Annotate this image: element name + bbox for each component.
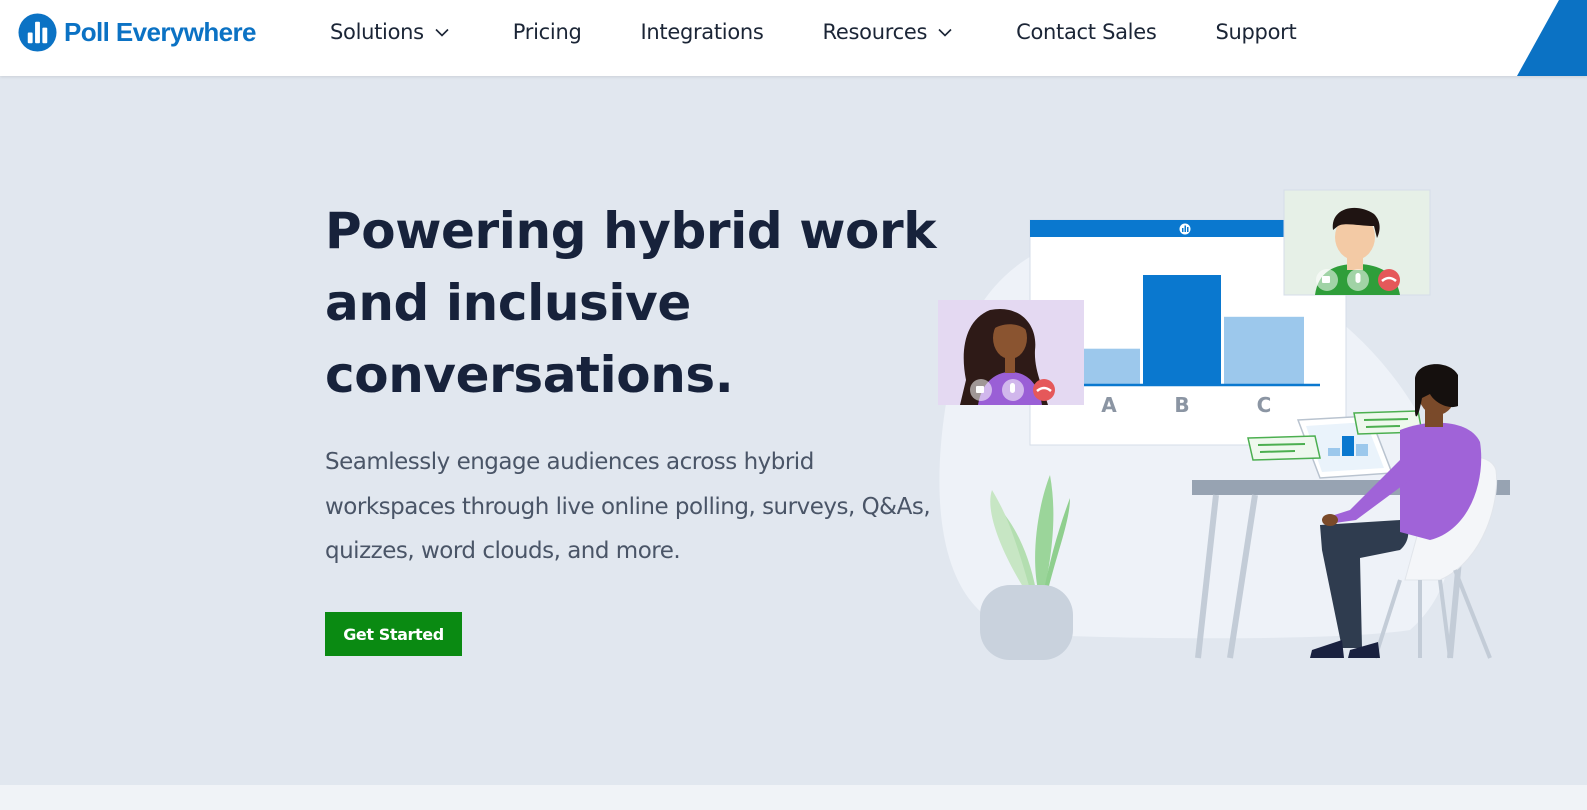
poll-bar-label: C [1257,393,1272,417]
nav-item-label: Integrations [640,20,764,44]
get-started-button[interactable]: Get Started [325,612,462,656]
video-tile-woman [938,300,1084,405]
nav-item-pricing[interactable]: Pricing [513,20,582,44]
poll-everywhere-logo[interactable]: Poll Everywhere [18,12,256,52]
hybrid-work-illustration: A B C [938,189,1510,660]
site-header: Poll Everywhere Solutions Pricing Integr… [0,0,1587,76]
nav-item-label: Support [1215,20,1297,44]
response-card [1247,435,1321,461]
nav-item-support[interactable]: Support [1215,20,1296,44]
poll-everywhere-logo-icon [18,12,57,52]
next-section-edge [0,785,1587,810]
nav-item-label: Resources [822,20,928,44]
main-nav: Solutions Pricing Integrations Resources… [330,0,1297,64]
nav-item-contact-sales[interactable]: Contact Sales [1016,20,1157,44]
poll-bar-b [1143,275,1221,385]
poll-bar-a [1078,348,1140,385]
nav-item-integrations[interactable]: Integrations [640,20,763,44]
nav-item-solutions[interactable]: Solutions [330,20,449,44]
nav-item-label: Solutions [330,20,424,44]
chevron-down-icon [938,28,952,37]
poll-bar-label: A [1101,393,1117,417]
poll-bar-label: B [1174,393,1189,417]
header-accent-shape [1517,0,1587,76]
hero-subtitle: Seamlessly engage audiences across hybri… [325,449,931,564]
poll-bar-c [1224,316,1304,385]
chevron-down-icon [435,28,449,37]
nav-item-label: Pricing [512,20,582,44]
nav-item-resources[interactable]: Resources [823,20,953,44]
hero-title: Powering hybrid work and inclusive conve… [325,202,937,404]
brand-name: Poll Everywhere [64,16,256,47]
video-tile-man [1283,189,1431,296]
nav-item-label: Contact Sales [1016,20,1157,44]
